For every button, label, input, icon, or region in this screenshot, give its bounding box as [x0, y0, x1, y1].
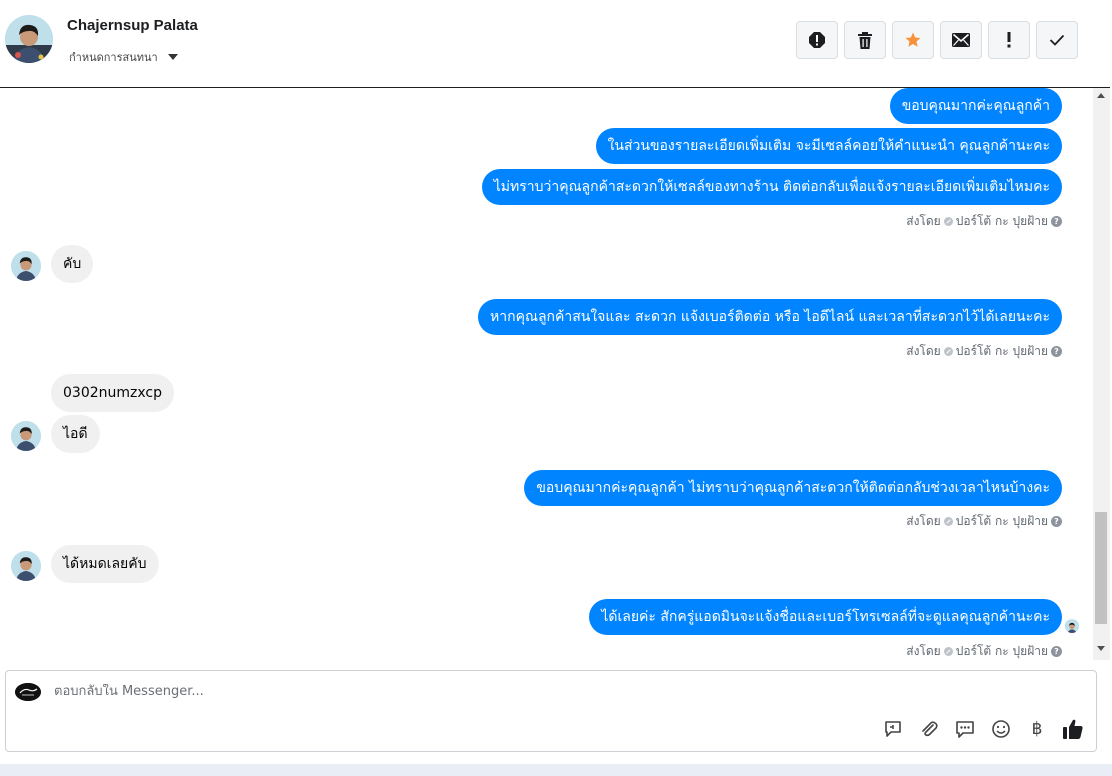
- mark-unread-icon: [952, 33, 970, 47]
- sent-by-agent: ปอร์โต้ กะ ปุยฝ้าย: [955, 214, 1048, 228]
- quick-reply-button[interactable]: [953, 717, 977, 741]
- star-icon: [905, 32, 921, 47]
- outgoing-message[interactable]: ในส่วนของรายละเอียดเพิ่มเติม จะมีเซลล์คอ…: [595, 128, 1062, 164]
- caret-down-icon: [167, 54, 178, 60]
- sent-by-info: ส่งโดย ปอร์โต้ กะ ปุยฝ้าย ?: [906, 212, 1062, 231]
- sent-by-agent: ปอร์โต้ กะ ปุยฝ้าย: [955, 514, 1048, 528]
- attachment-icon: [922, 721, 938, 737]
- sent-by-info: ส่งโดย ปอร์โต้ กะ ปุยฝ้าย ?: [906, 642, 1062, 660]
- outgoing-message[interactable]: ขอบคุณมากค่ะคุณลูกค้า ไม่ทราบว่าคุณลูกค้…: [524, 470, 1062, 506]
- conversation-header: Chajernsup Palata กำหนดการสนทนา: [0, 0, 1110, 88]
- trash-icon: [858, 31, 872, 49]
- agent-badge-icon: [943, 347, 953, 356]
- conversation-settings-label: กำหนดการสนทนา: [69, 51, 158, 64]
- scrollbar-thumb[interactable]: [1095, 512, 1107, 624]
- spam-report-button[interactable]: [796, 21, 838, 59]
- quick-reply-icon: [956, 721, 974, 738]
- conversation-settings-dropdown[interactable]: กำหนดการสนทนา: [69, 48, 178, 66]
- done-check-icon: [1049, 34, 1065, 46]
- sent-by-agent: ปอร์โต้ กะ ปุยฝ้าย: [955, 344, 1048, 358]
- outgoing-message[interactable]: ขอบคุณมากค่ะคุณลูกค้า: [889, 88, 1062, 124]
- reply-input[interactable]: [54, 684, 1074, 699]
- outgoing-message[interactable]: ได้เลยค่ะ สักครู่แอดมินจะแจ้งชื่อและเบอร…: [589, 599, 1062, 635]
- avatar: [11, 251, 41, 281]
- scroll-down-arrow-icon[interactable]: [1097, 646, 1105, 651]
- contact-name: Chajernsup Palata: [67, 17, 198, 34]
- mark-unread-button[interactable]: [940, 21, 982, 59]
- help-icon[interactable]: ?: [1051, 216, 1062, 227]
- page-logo-icon: [15, 683, 41, 701]
- help-icon[interactable]: ?: [1051, 646, 1062, 657]
- incoming-message[interactable]: ไอดี: [51, 415, 100, 453]
- attachment-button[interactable]: [917, 717, 941, 741]
- message-thread: ขอบคุณมากค่ะคุณลูกค้า ในส่วนของรายละเอีย…: [0, 88, 1093, 660]
- star-button[interactable]: [892, 21, 934, 59]
- sent-by-info: ส่งโดย ปอร์โต้ กะ ปุยฝ้าย ?: [906, 342, 1062, 361]
- mark-done-button[interactable]: [1036, 21, 1078, 59]
- sent-by-label: ส่งโดย: [906, 214, 941, 228]
- thumbs-up-icon: [1063, 719, 1083, 739]
- composer-tools: ฿: [881, 717, 1085, 741]
- saved-reply-button[interactable]: [881, 717, 905, 741]
- payment-button[interactable]: ฿: [1025, 717, 1049, 741]
- important-icon: [1007, 32, 1011, 48]
- sent-by-label: ส่งโดย: [906, 644, 941, 658]
- incoming-message[interactable]: ได้หมดเลยคับ: [51, 545, 159, 583]
- help-icon[interactable]: ?: [1051, 346, 1062, 357]
- reply-composer: ฿: [5, 670, 1097, 752]
- help-icon[interactable]: ?: [1051, 516, 1062, 527]
- avatar: [11, 551, 41, 581]
- scroll-up-arrow-icon[interactable]: [1097, 93, 1105, 98]
- sent-by-agent: ปอร์โต้ กะ ปุยฝ้าย: [955, 644, 1048, 658]
- emoji-button[interactable]: [989, 717, 1013, 741]
- incoming-message[interactable]: คับ: [51, 245, 94, 283]
- outgoing-message[interactable]: หากคุณลูกค้าสนใจและ สะดวก แจ้งเบอร์ติดต่…: [478, 299, 1062, 335]
- emoji-icon: [992, 720, 1010, 738]
- avatar[interactable]: [5, 15, 53, 63]
- sent-by-label: ส่งโดย: [906, 514, 941, 528]
- saved-reply-icon: [885, 721, 901, 737]
- outgoing-message[interactable]: ไม่ทราบว่าคุณลูกค้าสะดวกให้เซลล์ของทางร้…: [481, 169, 1062, 205]
- spam-report-icon: [809, 32, 825, 48]
- seen-indicator-avatar: [1065, 619, 1079, 633]
- conversation-toolbar: [796, 21, 1078, 59]
- agent-badge-icon: [943, 217, 953, 226]
- conversation-panel: Chajernsup Palata กำหนดการสนทนา ขอบคุณมา…: [0, 0, 1112, 764]
- avatar: [11, 421, 41, 451]
- delete-button[interactable]: [844, 21, 886, 59]
- like-button[interactable]: [1061, 717, 1085, 741]
- sent-by-info: ส่งโดย ปอร์โต้ กะ ปุยฝ้าย ?: [906, 512, 1062, 531]
- thread-scrollbar[interactable]: [1093, 88, 1110, 660]
- agent-badge-icon: [943, 647, 953, 656]
- important-button[interactable]: [988, 21, 1030, 59]
- baht-payment-icon: ฿: [1031, 719, 1043, 739]
- incoming-message[interactable]: 0302numzxcp: [51, 374, 174, 412]
- sent-by-label: ส่งโดย: [906, 344, 941, 358]
- agent-badge-icon: [943, 517, 953, 526]
